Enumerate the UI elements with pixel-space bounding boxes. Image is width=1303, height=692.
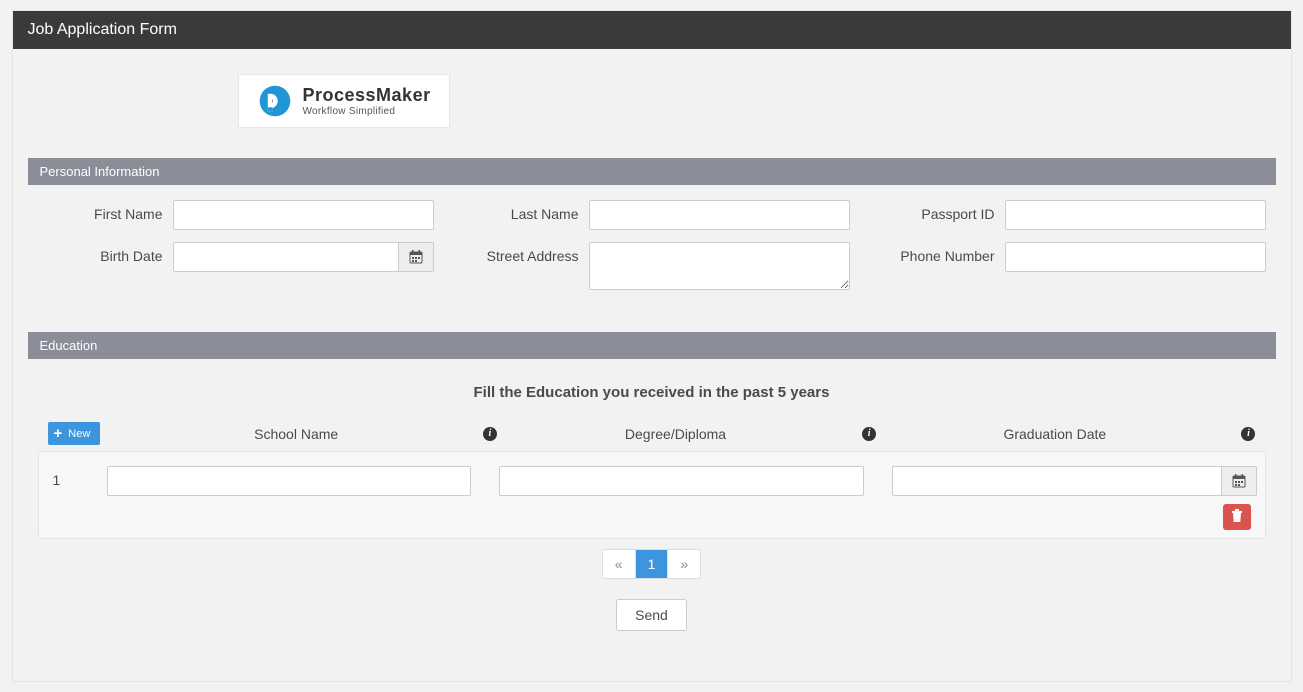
- form-container: Job Application Form ProcessMaker Workfl…: [12, 10, 1292, 682]
- personal-title: Personal Information: [40, 164, 160, 179]
- last-name-input[interactable]: [589, 200, 850, 230]
- send-button[interactable]: Send: [616, 599, 687, 631]
- street-address-input[interactable]: [589, 242, 850, 290]
- info-icon[interactable]: i: [483, 427, 497, 441]
- info-icon[interactable]: i: [862, 427, 876, 441]
- delete-row-button[interactable]: [1223, 504, 1251, 530]
- form-title-bar: Job Application Form: [13, 11, 1291, 49]
- col-school-name: School Name: [118, 426, 475, 442]
- page-next-button[interactable]: »: [668, 550, 700, 578]
- birth-date-input[interactable]: [173, 242, 399, 272]
- logo-tagline: Workflow Simplified: [303, 106, 431, 117]
- grad-date-picker-button[interactable]: [1222, 466, 1257, 496]
- page-current[interactable]: 1: [636, 550, 669, 578]
- logo-brand: ProcessMaker: [303, 85, 431, 106]
- form-title: Job Application Form: [28, 21, 177, 38]
- degree-input[interactable]: [499, 466, 864, 496]
- trash-icon: [1231, 509, 1243, 522]
- col-degree: Degree/Diploma: [497, 426, 854, 442]
- first-name-label: First Name: [38, 200, 163, 222]
- section-header-personal: Personal Information: [28, 158, 1276, 185]
- grid-header: + New School Name i Degree/Diploma i Gra…: [38, 416, 1266, 451]
- graduation-date-input[interactable]: [892, 466, 1222, 496]
- passport-id-input[interactable]: [1005, 200, 1266, 230]
- grid-body: 1: [38, 451, 1266, 539]
- birth-date-picker-button[interactable]: [399, 242, 434, 272]
- education-instruction: Fill the Education you received in the p…: [38, 374, 1266, 416]
- personal-section: First Name Last Name Passport ID Birth D…: [28, 185, 1276, 322]
- education-title: Education: [40, 338, 98, 353]
- section-header-education: Education: [28, 332, 1276, 359]
- processmaker-logo-icon: [257, 83, 293, 119]
- education-section: Fill the Education you received in the p…: [28, 359, 1276, 666]
- logo-row: ProcessMaker Workflow Simplified: [28, 64, 1276, 148]
- new-row-button[interactable]: + New: [48, 422, 101, 445]
- new-label: New: [68, 428, 90, 440]
- calendar-icon: [1232, 474, 1246, 488]
- street-address-label: Street Address: [454, 242, 579, 264]
- row-number: 1: [47, 466, 79, 488]
- col-grad-date: Graduation Date: [876, 426, 1233, 442]
- calendar-icon: [409, 250, 423, 264]
- first-name-input[interactable]: [173, 200, 434, 230]
- phone-number-input[interactable]: [1005, 242, 1266, 272]
- passport-id-label: Passport ID: [870, 200, 995, 222]
- plus-icon: +: [54, 426, 63, 441]
- info-icon[interactable]: i: [1241, 427, 1255, 441]
- phone-number-label: Phone Number: [870, 242, 995, 264]
- table-row: 1: [47, 462, 1257, 500]
- logo-text: ProcessMaker Workflow Simplified: [303, 85, 431, 117]
- last-name-label: Last Name: [454, 200, 579, 222]
- logo: ProcessMaker Workflow Simplified: [238, 74, 450, 128]
- birth-date-label: Birth Date: [38, 242, 163, 264]
- page-prev-button[interactable]: «: [603, 550, 636, 578]
- school-name-input[interactable]: [107, 466, 472, 496]
- pagination: « 1 »: [38, 549, 1266, 579]
- form-content: ProcessMaker Workflow Simplified Persona…: [13, 49, 1291, 681]
